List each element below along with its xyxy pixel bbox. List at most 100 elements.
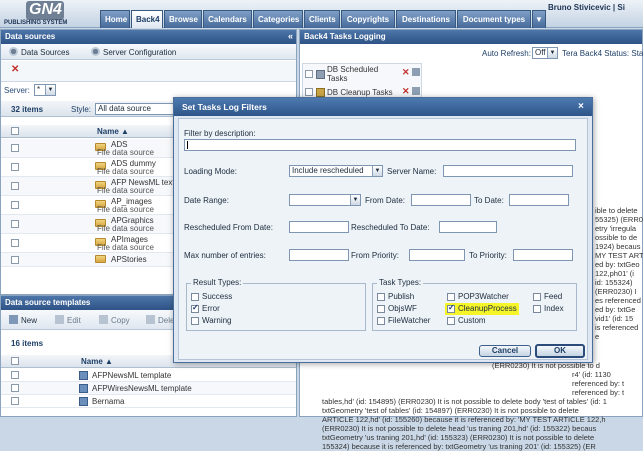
index-checkbox[interactable] xyxy=(533,305,541,313)
warning-checkbox[interactable] xyxy=(191,317,199,325)
cleanupprocess-checkbox[interactable] xyxy=(447,303,455,313)
row-checkbox[interactable] xyxy=(11,384,19,392)
date-range-select[interactable]: ▼ xyxy=(289,194,361,206)
pop3watcher-checkbox[interactable] xyxy=(447,293,455,301)
select-all-checkbox[interactable] xyxy=(11,357,19,365)
loading-mode-label: Loading Mode: xyxy=(184,167,237,176)
to-priority-label: To Priority: xyxy=(469,251,507,260)
from-date-input[interactable] xyxy=(411,194,471,206)
close-icon[interactable]: × xyxy=(578,101,584,112)
to-priority-input[interactable] xyxy=(513,249,573,261)
server-configuration-button[interactable]: Server Configuration xyxy=(91,47,176,58)
row-checkbox[interactable] xyxy=(11,239,19,247)
max-entries-input[interactable] xyxy=(289,249,349,261)
dropdown-arrow-icon: ▼ xyxy=(372,166,382,176)
server-name-input[interactable] xyxy=(443,165,573,177)
clear-filter-icon[interactable]: ✕ xyxy=(11,64,19,75)
rescheduled-from-date-label: Rescheduled From Date: xyxy=(184,223,273,232)
data-sources-button[interactable]: Data Sources xyxy=(9,47,69,58)
select-all-checkbox[interactable] xyxy=(11,127,19,135)
edit-icon xyxy=(55,315,64,324)
server-label: Server: xyxy=(4,86,30,95)
table-row[interactable]: AFPNewsML template xyxy=(1,369,296,382)
gear-icon xyxy=(9,47,18,56)
rescheduled-to-date-input[interactable] xyxy=(439,221,497,233)
row-checkbox[interactable] xyxy=(11,163,19,171)
to-date-label: To Date: xyxy=(474,196,504,205)
tab-copyrights[interactable]: Copyrights xyxy=(341,10,395,28)
ok-button[interactable]: OK xyxy=(535,344,585,358)
cancel-button[interactable]: Cancel xyxy=(479,345,531,357)
publish-checkbox[interactable] xyxy=(377,293,385,301)
new-button[interactable]: New xyxy=(9,315,37,326)
delete-button[interactable]: Dele xyxy=(146,315,174,326)
row-checkbox[interactable] xyxy=(11,201,19,209)
rescheduled-from-date-input[interactable] xyxy=(289,221,349,233)
success-checkbox[interactable] xyxy=(191,293,199,301)
log-text-right: ible to delete 55325) (ERR0 etry 'irregu… xyxy=(595,206,643,341)
user-name[interactable]: Bruno Stivicevic | Si xyxy=(548,3,625,12)
folder-icon xyxy=(95,255,106,263)
style-select[interactable]: All data source xyxy=(95,103,175,115)
set-tasks-log-filters-dialog: Set Tasks Log Filters × Filter by descri… xyxy=(173,97,593,363)
table-row[interactable]: Bernama xyxy=(1,395,296,408)
filewatcher-checkbox[interactable] xyxy=(377,317,385,325)
objswf-checkbox[interactable] xyxy=(377,305,385,313)
cleanupprocess-option[interactable]: CleanupProcess xyxy=(445,303,519,315)
to-date-input[interactable] xyxy=(509,194,569,206)
loading-mode-select[interactable]: Include rescheduled ▼ xyxy=(289,165,383,177)
table-row[interactable]: AFPWiresNewsML template xyxy=(1,382,296,395)
edit-icon[interactable] xyxy=(412,68,420,76)
row-checkbox[interactable] xyxy=(11,371,19,379)
template-icon xyxy=(79,384,88,393)
from-date-label: From Date: xyxy=(365,196,406,205)
from-priority-input[interactable] xyxy=(409,249,465,261)
dropdown-arrow-icon: ▼ xyxy=(350,195,360,205)
log-text-bottom: (ERR0230) It is not possible to d r4' (i… xyxy=(322,361,625,451)
tab-back4[interactable]: Back4 xyxy=(131,10,163,28)
row-checkbox[interactable] xyxy=(305,70,313,78)
result-types-legend: Result Types: xyxy=(191,278,244,287)
tab-browse[interactable]: Browse xyxy=(164,10,202,28)
style-label: Style: xyxy=(71,105,92,114)
row-checkbox[interactable] xyxy=(11,256,19,264)
data-sources-toolbar: Data Sources Server Configuration xyxy=(1,44,296,60)
tab-home[interactable]: Home xyxy=(100,10,130,28)
server-name-label: Server Name: xyxy=(387,167,437,176)
row-checkbox[interactable] xyxy=(11,144,19,152)
auto-refresh-select[interactable]: Off ▼ xyxy=(532,47,558,59)
top-bar: GN4 PUBLISHING SYSTEM Home Back4 Browse … xyxy=(0,0,643,28)
row-checkbox[interactable] xyxy=(11,220,19,228)
copy-icon xyxy=(99,315,108,324)
custom-checkbox[interactable] xyxy=(447,317,455,325)
tab-calendars[interactable]: Calendars xyxy=(203,10,252,28)
row-checkbox[interactable] xyxy=(11,397,19,405)
copy-button[interactable]: Copy xyxy=(99,315,130,326)
new-icon xyxy=(9,315,18,324)
row-checkbox[interactable] xyxy=(305,88,313,96)
logo-text: GN4 xyxy=(29,1,62,18)
dialog-body: Filter by description: Loading Mode: Inc… xyxy=(178,118,588,360)
tab-document-types[interactable]: Document types xyxy=(457,10,531,28)
edit-icon[interactable] xyxy=(412,87,420,95)
server-select[interactable]: * ▼ xyxy=(34,84,56,96)
tab-destinations[interactable]: Destinations xyxy=(396,10,456,28)
filter-description-input[interactable] xyxy=(184,139,576,151)
feed-checkbox[interactable] xyxy=(533,293,541,301)
auto-refresh-label: Auto Refresh: xyxy=(482,49,531,58)
task-types-legend: Task Types: xyxy=(377,278,424,287)
dialog-title: Set Tasks Log Filters xyxy=(174,98,592,116)
collapse-chevron-icon[interactable]: « xyxy=(288,31,293,41)
delete-icon[interactable]: ✕ xyxy=(402,67,410,78)
edit-button[interactable]: Edit xyxy=(55,315,81,326)
template-icon xyxy=(79,397,88,406)
tab-categories[interactable]: Categories xyxy=(253,10,303,28)
tab-more-chevron-icon[interactable]: ▼ xyxy=(532,10,546,28)
server-gear-icon xyxy=(91,47,100,56)
row-checkbox[interactable] xyxy=(11,182,19,190)
task-types-group: Task Types: Publish ObjsWF FileWatcher P… xyxy=(372,278,577,331)
list-item[interactable]: DB Scheduled Tasks ✕ xyxy=(303,64,421,85)
delete-icon[interactable]: ✕ xyxy=(402,86,410,97)
tab-clients[interactable]: Clients xyxy=(304,10,340,28)
error-checkbox[interactable] xyxy=(191,303,199,313)
